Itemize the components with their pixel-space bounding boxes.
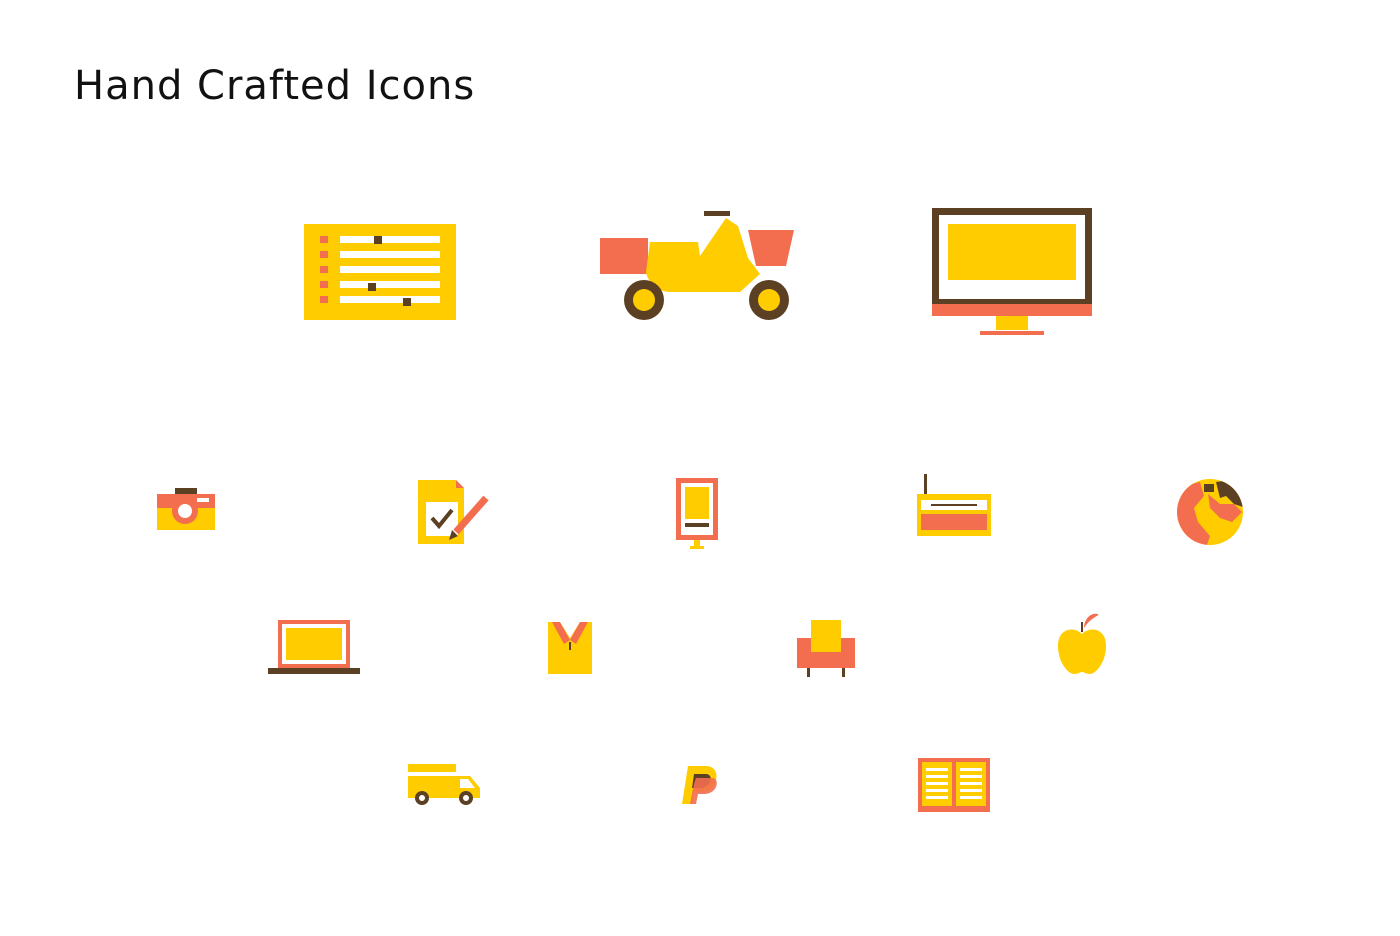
page-title: Hand Crafted Icons bbox=[74, 63, 476, 109]
shirt-icon bbox=[546, 618, 594, 676]
delivery-scooter-icon bbox=[598, 208, 798, 324]
checklist-pencil-icon bbox=[416, 478, 492, 546]
paypal-icon bbox=[678, 764, 720, 806]
laptop-icon bbox=[268, 620, 360, 676]
mobile-phone-icon bbox=[676, 478, 718, 550]
schedule-list-icon bbox=[304, 224, 456, 320]
armchair-icon bbox=[797, 618, 855, 678]
open-book-icon bbox=[918, 758, 990, 812]
apple-icon bbox=[1056, 612, 1108, 676]
globe-icon bbox=[1176, 478, 1244, 546]
delivery-truck-icon bbox=[408, 764, 482, 806]
radio-icon bbox=[917, 474, 991, 536]
camera-icon bbox=[157, 488, 215, 532]
desktop-monitor-icon bbox=[932, 208, 1092, 336]
